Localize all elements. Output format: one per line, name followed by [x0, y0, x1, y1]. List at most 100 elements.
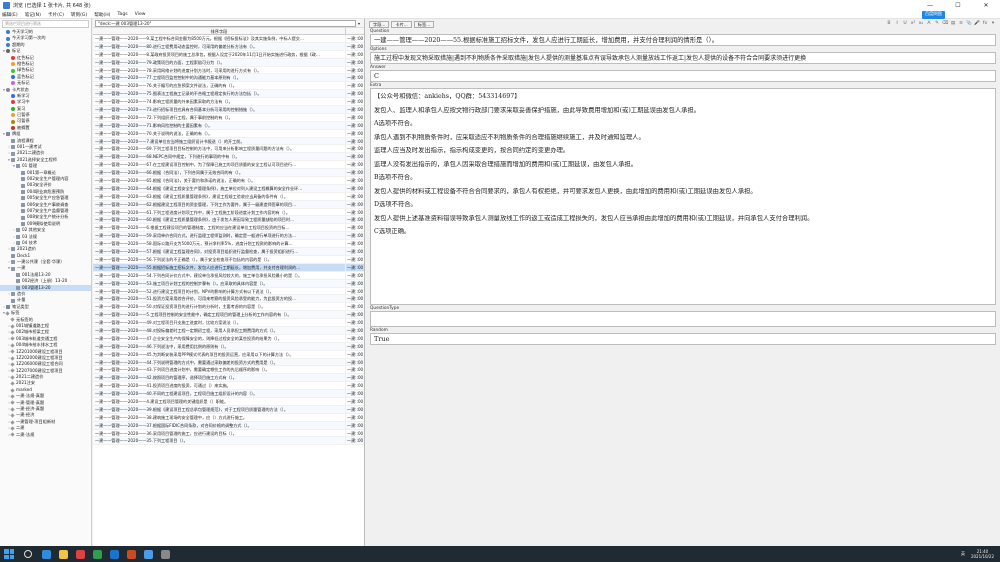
table-row[interactable]: 一建——管理——2020——73.进行招标项目应具有合同基本分析可采用的控制措施… [93, 106, 364, 114]
table-row[interactable]: 一建——管理——2020——51.投资方案采用综合评价，可用来考察的投资风险承受… [93, 295, 364, 304]
word-icon[interactable] [110, 549, 119, 559]
menu-edit[interactable]: 编辑(E) [2, 12, 18, 18]
random-field[interactable]: True [370, 333, 996, 345]
anki-icon[interactable] [144, 549, 153, 559]
sidebar-search-input[interactable]: 筛选栏项目进行筛选 [2, 20, 89, 28]
format-icon[interactable]: I [894, 20, 900, 27]
chevron-down-icon[interactable]: ▾ [356, 21, 362, 26]
table-row[interactable]: 一建——管理——2020——54.下列合同计价方式中，建设单位承担风险较大的，施… [93, 271, 364, 280]
cloud-drive-badge[interactable]: 百度网盘 [921, 11, 945, 19]
app-icon-red[interactable] [76, 549, 85, 559]
table-row[interactable]: 一建——管理——2020——53.施工项目计划工程的控制步骤有（）。应采取的具体… [93, 279, 364, 288]
ime-language-indicator[interactable]: 英 [961, 551, 965, 557]
table-row[interactable]: 一建——管理——2020——70.关于说明的说法，正确的有（）。 一建::00 [93, 129, 364, 138]
table-row[interactable]: 一建——管理——2020——58.国际公路开支为5000万元，预计净利率5%，进… [93, 240, 364, 249]
table-row[interactable]: 一建——管理——2020——71.影响风险控制的主要因素有（）。 一建::00 [93, 121, 364, 130]
format-icon[interactable]: B [886, 20, 892, 27]
table-row[interactable]: 一建——管理——2020——4.建设工程项目管理的关键组织是（）职能。 一建::0… [93, 397, 364, 406]
table-row[interactable]: 一建——管理——2020——66.根据（合同法），下列合同属于无效合同的有（）。… [93, 169, 364, 178]
table-row[interactable]: 一建——管理——2020——65.根据《合同法》，关于要约和承诺的说法，正确的有… [93, 177, 364, 185]
table-row[interactable]: 一建——管理——2020——55.根据招标施工招标文件，发包人应进行工期延长，增… [93, 263, 364, 272]
table-row[interactable]: 一建——管理——2020——7.建设单位应当将施工组织设计书报送（）的开工前。一… [93, 137, 364, 146]
format-icon[interactable]: ⌫ [942, 20, 949, 27]
close-button[interactable]: ✕ [972, 0, 1000, 11]
cards-button[interactable]: 卡片... [391, 20, 412, 28]
table-row[interactable]: 一建——管理——2020——72.下列组织进行工程，属于事前控制的有（）。 一建:… [93, 113, 364, 122]
menu-go[interactable]: 转到(G) [71, 12, 87, 18]
table-row[interactable]: 一建——管理——2020——64.根据《建设工程安全生产管理条例》，施工单位对列… [93, 184, 364, 193]
table-row[interactable]: 一建——管理——2020——80.进行工程费用动态监控时，可采用的偏差分析方法有… [93, 42, 364, 51]
table-row[interactable]: 一建——管理——2020——40.不同的工程建设项目，工程项目施工组织设计的内容… [93, 390, 364, 398]
table-row[interactable]: 一建——管理——2020——60.根据《建设工程质量管理条例》，由于发包人原因导… [93, 216, 364, 225]
column-sort-field[interactable]: 排序字段 [93, 28, 346, 34]
table-row[interactable]: 一建——管理——2020——8.某政府投资项目的施工总承包，根据人设定于2020… [93, 50, 364, 59]
windows-start-icon[interactable] [4, 549, 14, 559]
maximize-button[interactable]: ☐ [944, 0, 972, 11]
search-icon[interactable] [24, 550, 32, 558]
question-type-field[interactable] [370, 311, 996, 327]
tags-button[interactable]: 标签... [413, 20, 435, 28]
table-row[interactable]: 一建——管理——2020——52.进行建设工程项目的计划，NPV的影响的计算方式… [93, 287, 364, 296]
table-row[interactable]: 一建——管理——2020——75.图表法工程施工记录的不合格工程规定执行的方法包… [93, 90, 364, 99]
table-row[interactable]: 一建——管理——2020——36.采用项目管理的施工，应进行建设的目标（）。 一建… [93, 429, 364, 438]
table-row[interactable]: 一建——管理——2020——39.根据《建设项目工程总承包管理规范》，对于工程项… [93, 405, 364, 414]
table-row[interactable]: 一建——管理——2020——74.影响工程质量的外来因素采取的方法有（）。 一建:… [93, 98, 364, 107]
table-row[interactable]: 一建——管理——2020——46.下列说法中，采用费用比例的原则有（）。 一建::… [93, 342, 364, 351]
format-icon[interactable]: ▾ [990, 20, 996, 27]
format-icon[interactable]: 🎤 [974, 20, 980, 27]
file-explorer-icon[interactable] [59, 549, 68, 559]
table-row[interactable]: 一建——管理——2020——56.下列说法的不正确是（）。属于安全检查项不包括的… [93, 255, 364, 264]
table-row[interactable]: 一建——管理——2020——38.建筑施工现场的安全管理中，应（）方式进行施工。… [93, 413, 364, 422]
app-icon-gray[interactable] [161, 549, 170, 559]
format-icon[interactable]: ≡ [958, 20, 964, 27]
table-row[interactable]: 一建——管理——2020——43.下列项目进度计划中，需要确定哪些工作的先后顺序… [93, 366, 364, 375]
format-icon[interactable]: fx [982, 20, 988, 27]
table-row[interactable]: 一建——管理——2020——61.下列工程进度计划项工作中，属于工程施工阶段进度… [93, 208, 364, 217]
sidebar-item[interactable]: › 二建-法规 [0, 432, 91, 438]
clock[interactable]: 21:40 2021/10/22 [971, 549, 994, 559]
format-icon[interactable]: U [902, 20, 908, 27]
format-icon[interactable]: ▤ [950, 20, 956, 27]
minimize-button[interactable]: — [916, 0, 944, 11]
column-deck[interactable] [346, 28, 364, 34]
table-row[interactable]: 一建——管理——2020——69.下列工程项目目标控制的方法中，可用来分析影响工… [93, 145, 364, 154]
table-row[interactable]: 一建——管理——2020——62.根据建设工程项目的资金管理，下列工作为要件，属… [93, 200, 364, 209]
powerpoint-icon[interactable] [127, 549, 136, 559]
edge-browser-icon[interactable] [42, 549, 51, 559]
table-row[interactable]: 一建——管理——2020——67.在工程建设项目控制中，为了保障已施工的项目质量… [93, 161, 364, 170]
fields-button[interactable]: 字段... [369, 20, 390, 28]
table-row[interactable]: 一建——管理——2020——6.根据工程建设项目的管理制度，工程的应当在建设单位… [93, 224, 364, 233]
format-icon[interactable]: ✎ [934, 20, 940, 27]
table-row[interactable]: 一建——管理——2020——47.企业安全生产的保障安全的，则降低过程安全的某些… [93, 334, 364, 343]
menu-view[interactable]: View [135, 12, 146, 17]
options-field[interactable]: 施工过程中发现文物采取措施|遇到不利物质条件采取措施|发包人提供的测量基准点有误… [370, 52, 996, 64]
search-input[interactable]: "deck:一建 003管理13-20" [95, 19, 356, 27]
question-field[interactable]: 一建——管理——2020——55.根据标准施工招标文件，发包人应进行工期延长，增… [370, 34, 996, 46]
table-row[interactable]: 一建——管理——2020——79.政策项目的方面，工程索赔可分为（）。 一建::0… [93, 58, 364, 67]
table-row[interactable]: 一建——管理——2020——78.采用网络计划的进度计划方法时，可采用的进行方式… [93, 66, 364, 75]
table-row[interactable]: 一建——管理——2020——50.对保证投资项目的进行计划的分析时，主要考虑的内… [93, 303, 364, 312]
menu-help[interactable]: 帮助(H) [94, 12, 110, 18]
table-row[interactable]: 一建——管理——2020——59.采用单价合同方式，进行监理工程师监测时，确定是… [93, 232, 364, 241]
format-icon[interactable]: 📎 [966, 20, 972, 27]
table-row[interactable]: 一建——管理——2020——68.NEPC合同中规定，下列进行的事项的中有（）。… [93, 153, 364, 162]
table-row[interactable]: 一建——管理——2020——35.下列工程项目（）。 一建::00 [93, 437, 364, 446]
extra-field[interactable]: 【公众号和微信：ankiehs，QQ群：543314697】 发包人、监理人和承包… [370, 88, 996, 305]
table-row[interactable]: 一建——管理——2020——57.根据《建设工程监理合同》，对投资项目组织进行监… [93, 248, 364, 256]
format-icon[interactable]: A [926, 20, 932, 27]
table-row[interactable]: 一建——管理——2020——77.工程项目监控控制中的沟通能力基本原则有（）。一… [93, 74, 364, 83]
table-row[interactable]: 一建——管理——2020——9.某工程中标合同金额为8500万元。根据《招标投标… [93, 35, 364, 43]
table-row[interactable]: 一建——管理——2020——41.投资项目进度的投资，可通过（）来实施。 一建::… [93, 382, 364, 391]
table-row[interactable]: 一建——管理——2020——48.对投标偏差时工程一定期初工程，采用人员承担工期… [93, 326, 364, 335]
table-row[interactable]: 一建——管理——2020——63.根据《建设工程质量管理条例》，建设工程竣工验收… [93, 192, 364, 201]
table-row[interactable]: 一建——管理——2020——49.对工程项目开支施工进度时，比较方案说法（）。一… [93, 319, 364, 327]
menu-notes[interactable]: 笔记(N) [25, 12, 41, 18]
answer-field[interactable]: C [370, 70, 996, 82]
table-row[interactable]: 一建——管理——2020——42.按照项目的管理序，选择项目施工方式有（）。 一建… [93, 374, 364, 383]
format-icon[interactable]: x₂ [918, 20, 924, 27]
app-icon-green[interactable] [93, 549, 102, 559]
table-row[interactable]: 一建——管理——2020——37.根据国际FIDIC合同条款，对合同价格的调整方… [93, 421, 364, 430]
table-row[interactable]: 一建——管理——2020——45.为判断安装采用PPP模式代表的项目的投资运营，… [93, 350, 364, 359]
format-icon[interactable]: x² [910, 20, 916, 27]
menu-cards[interactable]: 卡片(C) [48, 12, 64, 18]
